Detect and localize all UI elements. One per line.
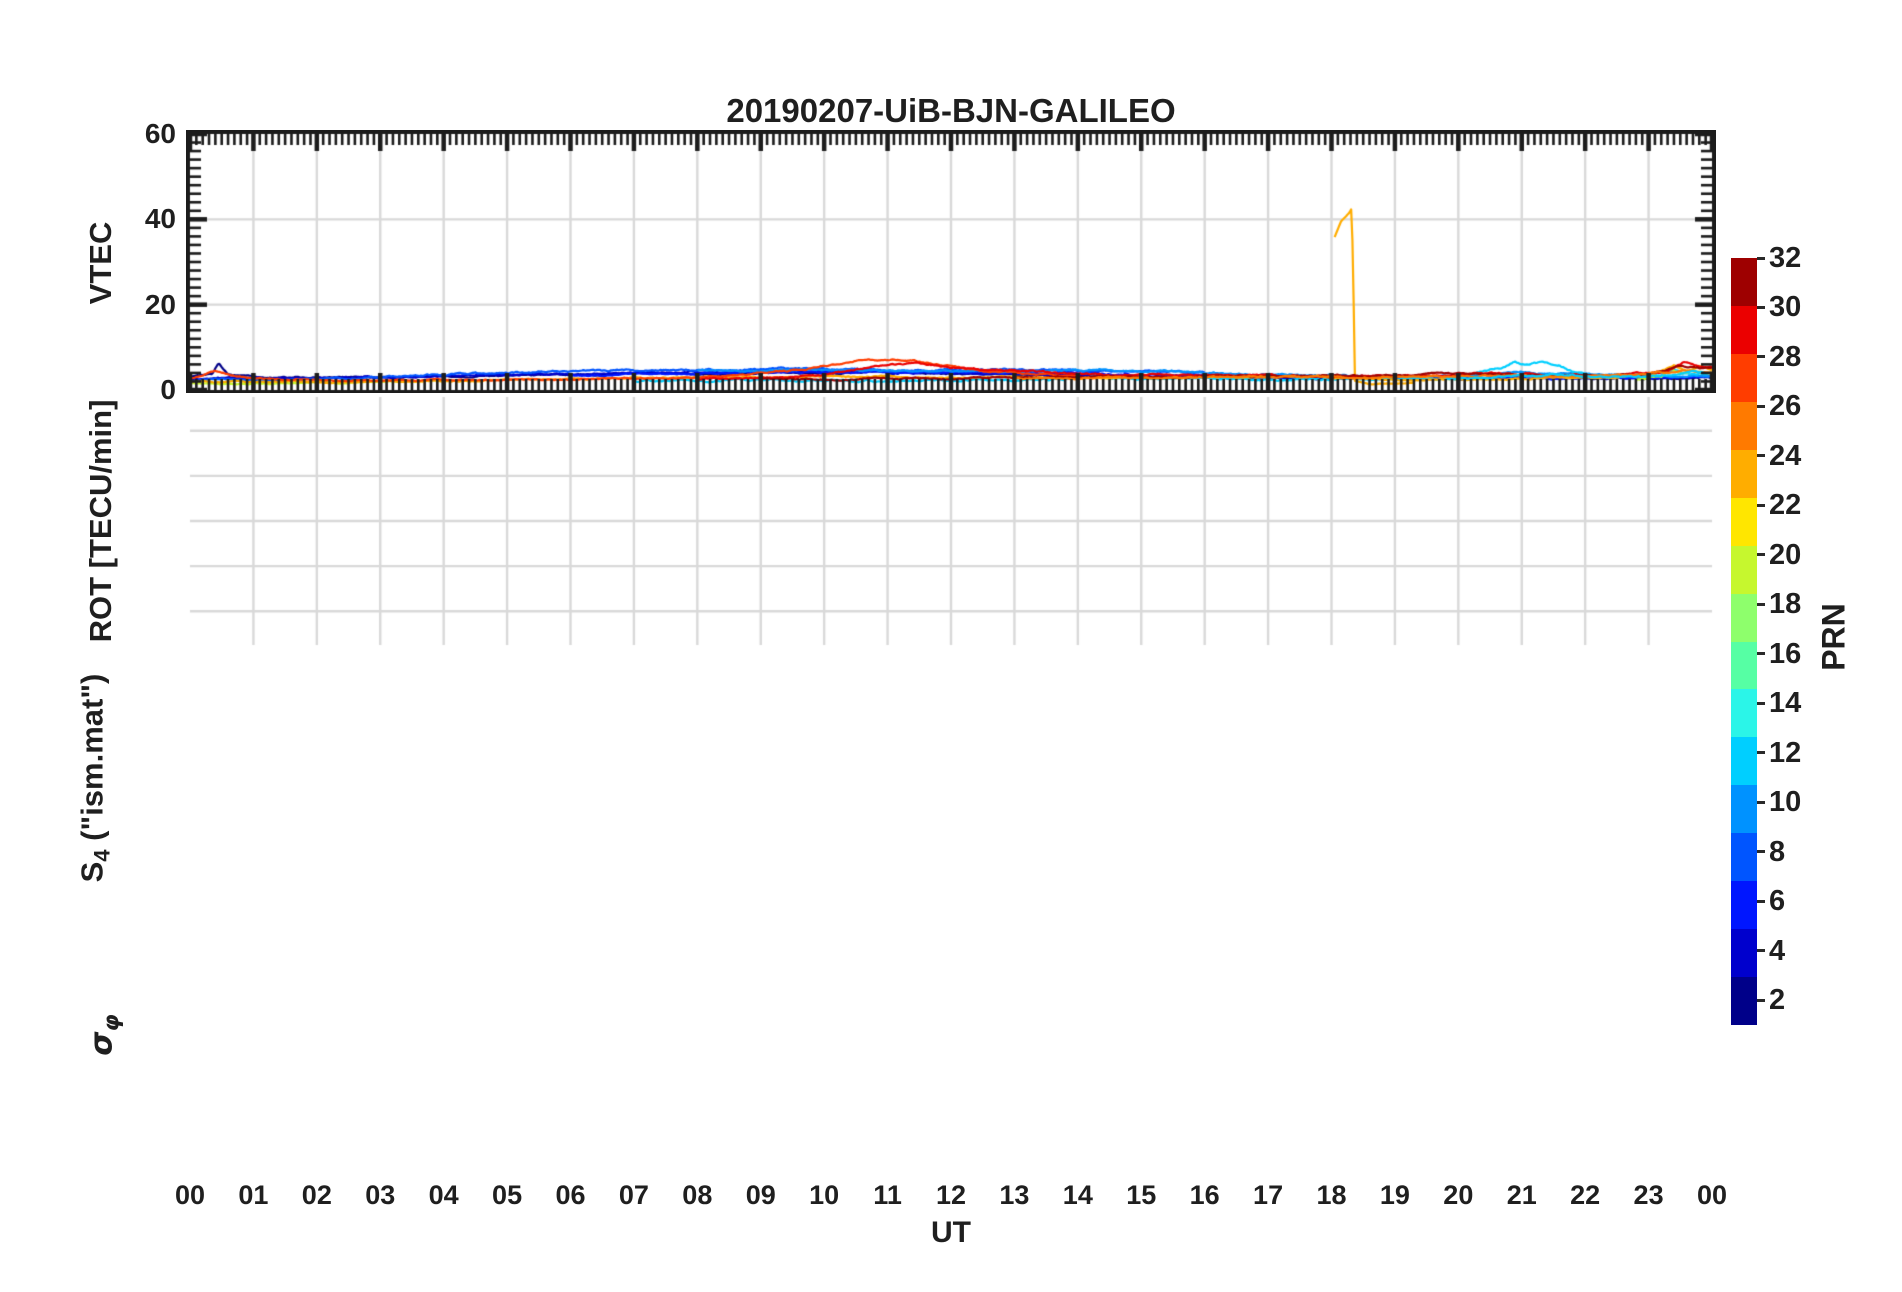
colorbar-tick-mark [1757, 602, 1765, 606]
colorbar-tick-mark [1757, 899, 1765, 903]
colorbar-tick-label: 16 [1769, 637, 1802, 670]
colorbar-band [1731, 929, 1757, 978]
colorbar-band [1731, 833, 1757, 882]
colorbar-tick-mark [1757, 800, 1765, 804]
prn-colorbar [1731, 258, 1757, 1025]
colorbar-tick-label: 4 [1769, 934, 1786, 967]
colorbar-band [1731, 977, 1757, 1025]
colorbar-tick-mark [1757, 503, 1765, 507]
colorbar-band [1731, 785, 1757, 834]
colorbar-band [1731, 305, 1757, 354]
colorbar-tick-mark [1757, 850, 1765, 854]
colorbar-tick-label: 18 [1769, 588, 1802, 621]
colorbar-band [1731, 353, 1757, 402]
colorbar-tick-label: 20 [1769, 538, 1802, 571]
colorbar-band [1731, 401, 1757, 450]
colorbar-band [1731, 497, 1757, 546]
colorbar-tick-label: 30 [1769, 291, 1802, 324]
y-tick-label: 40 [144, 203, 176, 235]
colorbar-tick-label: 10 [1769, 786, 1802, 819]
colorbar-label: PRN [1815, 603, 1852, 671]
x-axis-label: UT [931, 1216, 971, 1249]
colorbar-tick-mark [1757, 701, 1765, 705]
colorbar-tick-mark [1757, 404, 1765, 408]
colorbar-band [1731, 258, 1757, 306]
colorbar-tick-label: 22 [1769, 489, 1802, 522]
colorbar-tick-mark [1757, 652, 1765, 656]
figure: 20190207-UiB-BJN-GALILEO VTEC ROT [TECU/… [0, 0, 1902, 1292]
y-tick-label: 20 [144, 288, 176, 320]
rot-canvas [186, 393, 1716, 649]
colorbar-tick-label: 8 [1769, 835, 1786, 868]
colorbar-tick-label: 26 [1769, 390, 1802, 423]
y-tick-label: 0 [160, 374, 176, 405]
colorbar-tick-label: 32 [1769, 242, 1802, 274]
colorbar-band [1731, 881, 1757, 930]
rot-axis-label: ROT [TECU/min] [83, 399, 118, 643]
x-tick-label: 00 [1696, 1180, 1728, 1210]
colorbar-tick-mark [1757, 949, 1765, 953]
colorbar-tick-label: 28 [1769, 340, 1802, 373]
colorbar-tick-label: 14 [1769, 687, 1802, 720]
vtec-canvas [186, 130, 1716, 394]
colorbar-band [1731, 449, 1757, 498]
colorbar-tick-mark [1757, 305, 1765, 309]
colorbar-tick-label: 2 [1769, 984, 1786, 1017]
chart-title: 20190207-UiB-BJN-GALILEO [726, 92, 1176, 129]
colorbar-tick-label: 6 [1769, 885, 1786, 918]
colorbar-tick-label: 24 [1769, 439, 1802, 472]
y-tick-label: 60 [144, 118, 176, 149]
colorbar-tick-mark [1757, 553, 1765, 557]
s4-axis-label: S4 ("ism.mat") [74, 673, 115, 883]
colorbar-tick-mark [1757, 256, 1765, 260]
colorbar-tick-mark [1757, 355, 1765, 359]
colorbar-band [1731, 641, 1757, 690]
colorbar-tick-label: 12 [1769, 736, 1802, 769]
colorbar-band [1731, 593, 1757, 642]
colorbar-band [1731, 737, 1757, 786]
colorbar-band [1731, 545, 1757, 594]
colorbar-tick-mark [1757, 751, 1765, 755]
colorbar-tick-mark [1757, 454, 1765, 458]
colorbar-band [1731, 689, 1757, 738]
sigma-phi-axis-label: σφ [83, 1014, 125, 1056]
colorbar-tick-mark [1757, 998, 1765, 1002]
